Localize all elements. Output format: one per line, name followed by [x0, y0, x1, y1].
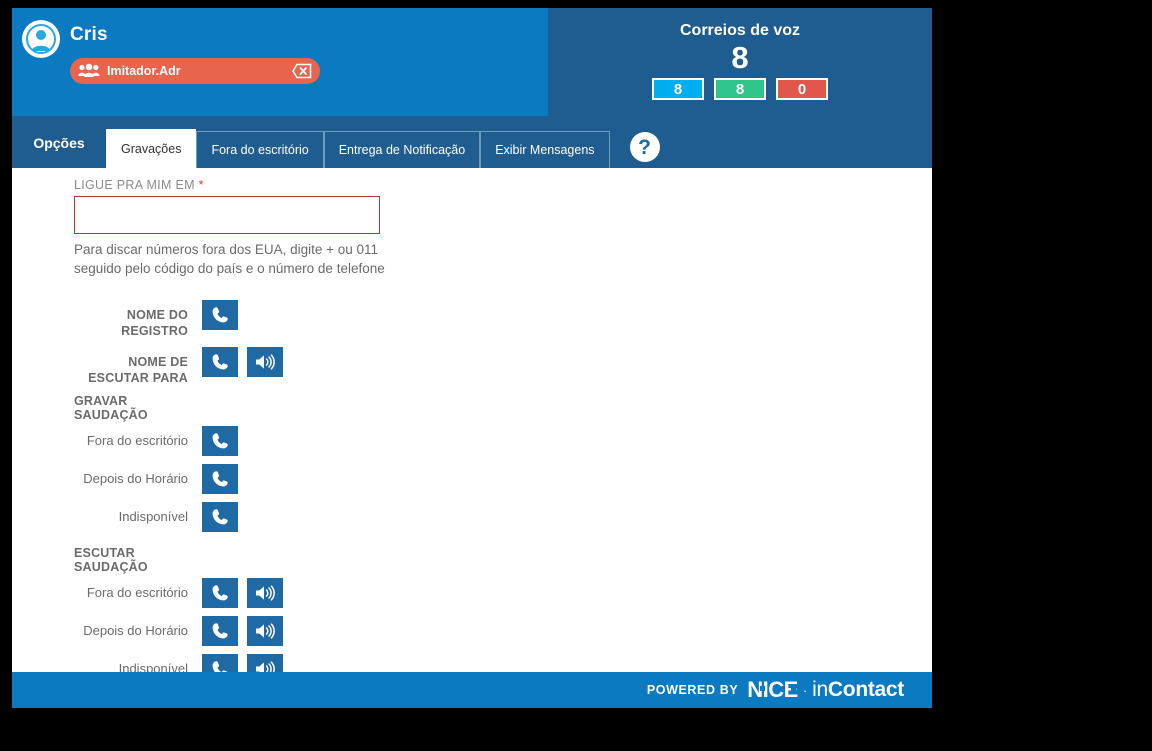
app-footer: POWERED BY NICE · inContact	[12, 672, 932, 708]
phone-field-label: LIGUE PRA MIM EM *	[74, 178, 932, 192]
brand-separator: ·	[802, 682, 808, 698]
user-name: Cris	[70, 24, 108, 45]
urgent-voicemails-value: 0	[797, 80, 807, 98]
saved-voicemails-pill[interactable]: 8	[714, 78, 766, 100]
row-listen-out-of-office-label: Fora do escritório	[86, 585, 188, 600]
phone-hint-line2: seguido pelo código do país e o número d…	[74, 261, 385, 276]
tab-gravacoes[interactable]: Gravações	[106, 129, 197, 168]
voicemail-app-window: Cris Imitador.Adr Correios de voz 8 8 8 …	[12, 8, 932, 708]
close-x-icon[interactable]	[284, 62, 312, 80]
phone-handset-icon[interactable]	[202, 300, 238, 330]
row-listen-after-hours-buttons	[202, 616, 283, 646]
nice-logo: NICE	[747, 677, 798, 703]
saved-voicemails-value: 8	[735, 80, 745, 98]
new-voicemails-value: 8	[673, 80, 683, 98]
row-record-name-buttons	[202, 300, 238, 330]
incontact-in: in	[812, 678, 828, 701]
voicemail-total-count: 8	[731, 40, 749, 75]
group-people-icon	[78, 63, 100, 79]
speaker-volume-icon[interactable]	[247, 616, 283, 646]
incontact-contact: Contact	[827, 678, 904, 701]
row-listen-out-of-office-buttons	[202, 578, 283, 608]
speaker-volume-icon[interactable]	[247, 578, 283, 608]
role-badge-label: Imitador.Adr	[107, 64, 181, 78]
row-record-unavailable: Indisponível	[74, 502, 932, 532]
options-menu-label[interactable]: Opções	[12, 135, 106, 168]
phone-hint-line1: Para discar números fora dos EUA, digite…	[74, 242, 379, 257]
row-record-name-label: NOME DO REGISTRO	[121, 308, 188, 338]
powered-by-label: POWERED BY	[646, 683, 739, 697]
phone-handset-icon[interactable]	[202, 616, 238, 646]
phone-field-label-text: LIGUE PRA MIM EM	[74, 178, 195, 192]
row-listen-name-buttons	[202, 347, 283, 377]
record-greeting-section-title: GRAVAR SAUDAÇÃO	[74, 394, 148, 422]
tab-bar: Opções Gravações Fora do escritório Entr…	[12, 116, 932, 168]
phone-handset-icon[interactable]	[202, 464, 238, 494]
app-header: Cris Imitador.Adr Correios de voz 8 8 8 …	[12, 8, 932, 116]
row-listen-after-hours-label: Depois do Horário	[83, 623, 188, 638]
nice-logo-dot	[791, 686, 797, 691]
nice-logo-text: NICE	[747, 677, 798, 702]
row-listen-after-hours: Depois do Horário	[74, 616, 932, 646]
call-me-at-input[interactable]	[74, 196, 380, 234]
row-record-out-of-office-label: Fora do escritório	[86, 433, 188, 448]
row-record-out-of-office-buttons	[202, 426, 238, 456]
tab-exibir-mensagens-label: Exibir Mensagens	[495, 143, 595, 157]
voicemail-title: Correios de voz	[679, 22, 801, 39]
row-record-unavailable-buttons	[202, 502, 238, 532]
incontact-logo: inContact	[812, 678, 904, 702]
tab-entrega-de-notificacao-label: Entrega de Notificação	[338, 143, 466, 157]
voicemail-pills: 8 8 0	[652, 78, 828, 100]
tab-entrega-de-notificacao[interactable]: Entrega de Notificação	[323, 131, 481, 168]
nice-logo-dot	[760, 686, 766, 691]
row-record-after-hours-label: Depois do Horário	[83, 471, 188, 486]
phone-handset-icon[interactable]	[202, 426, 238, 456]
question-mark-icon[interactable]: ?	[629, 132, 660, 162]
recordings-panel: LIGUE PRA MIM EM * Para discar números f…	[12, 168, 932, 684]
row-listen-out-of-office: Fora do escritório	[74, 578, 932, 608]
new-voicemails-pill[interactable]: 8	[652, 78, 704, 100]
urgent-voicemails-pill[interactable]: 0	[776, 78, 828, 100]
tab-fora-do-escritorio-label: Fora do escritório	[211, 143, 309, 157]
row-record-after-hours: Depois do Horário	[74, 464, 932, 494]
role-badge[interactable]: Imitador.Adr	[70, 58, 320, 84]
row-record-after-hours-buttons	[202, 464, 238, 494]
row-record-name: NOME DO REGISTRO	[74, 300, 932, 339]
row-listen-name-label: NOME DE ESCUTAR PARA	[88, 355, 188, 385]
header-user-panel: Cris Imitador.Adr	[12, 8, 548, 116]
listen-greeting-section-title: ESCUTAR SAUDAÇÃO	[74, 546, 148, 574]
speaker-volume-icon[interactable]	[247, 347, 283, 377]
phone-hint-text: Para discar números fora dos EUA, digite…	[74, 240, 394, 278]
help-glyph: ?	[638, 135, 651, 159]
row-record-out-of-office: Fora do escritório	[74, 426, 932, 456]
recording-rows: NOME DO REGISTRO NOME DE ESCUTAR PARA GR…	[74, 300, 932, 684]
tab-fora-do-escritorio[interactable]: Fora do escritório	[196, 131, 324, 168]
row-record-unavailable-label: Indisponível	[118, 509, 188, 524]
required-asterisk: *	[198, 178, 204, 192]
phone-handset-icon[interactable]	[202, 578, 238, 608]
user-avatar-icon	[22, 20, 60, 58]
row-listen-name: NOME DE ESCUTAR PARA	[74, 347, 932, 386]
voicemail-summary-panel: Correios de voz 8 8 8 0	[548, 8, 932, 116]
nice-logo-dot	[776, 686, 782, 691]
phone-handset-icon[interactable]	[202, 502, 238, 532]
tab-gravacoes-label: Gravações	[121, 142, 182, 156]
phone-handset-icon[interactable]	[202, 347, 238, 377]
tab-exibir-mensagens[interactable]: Exibir Mensagens	[480, 131, 610, 168]
